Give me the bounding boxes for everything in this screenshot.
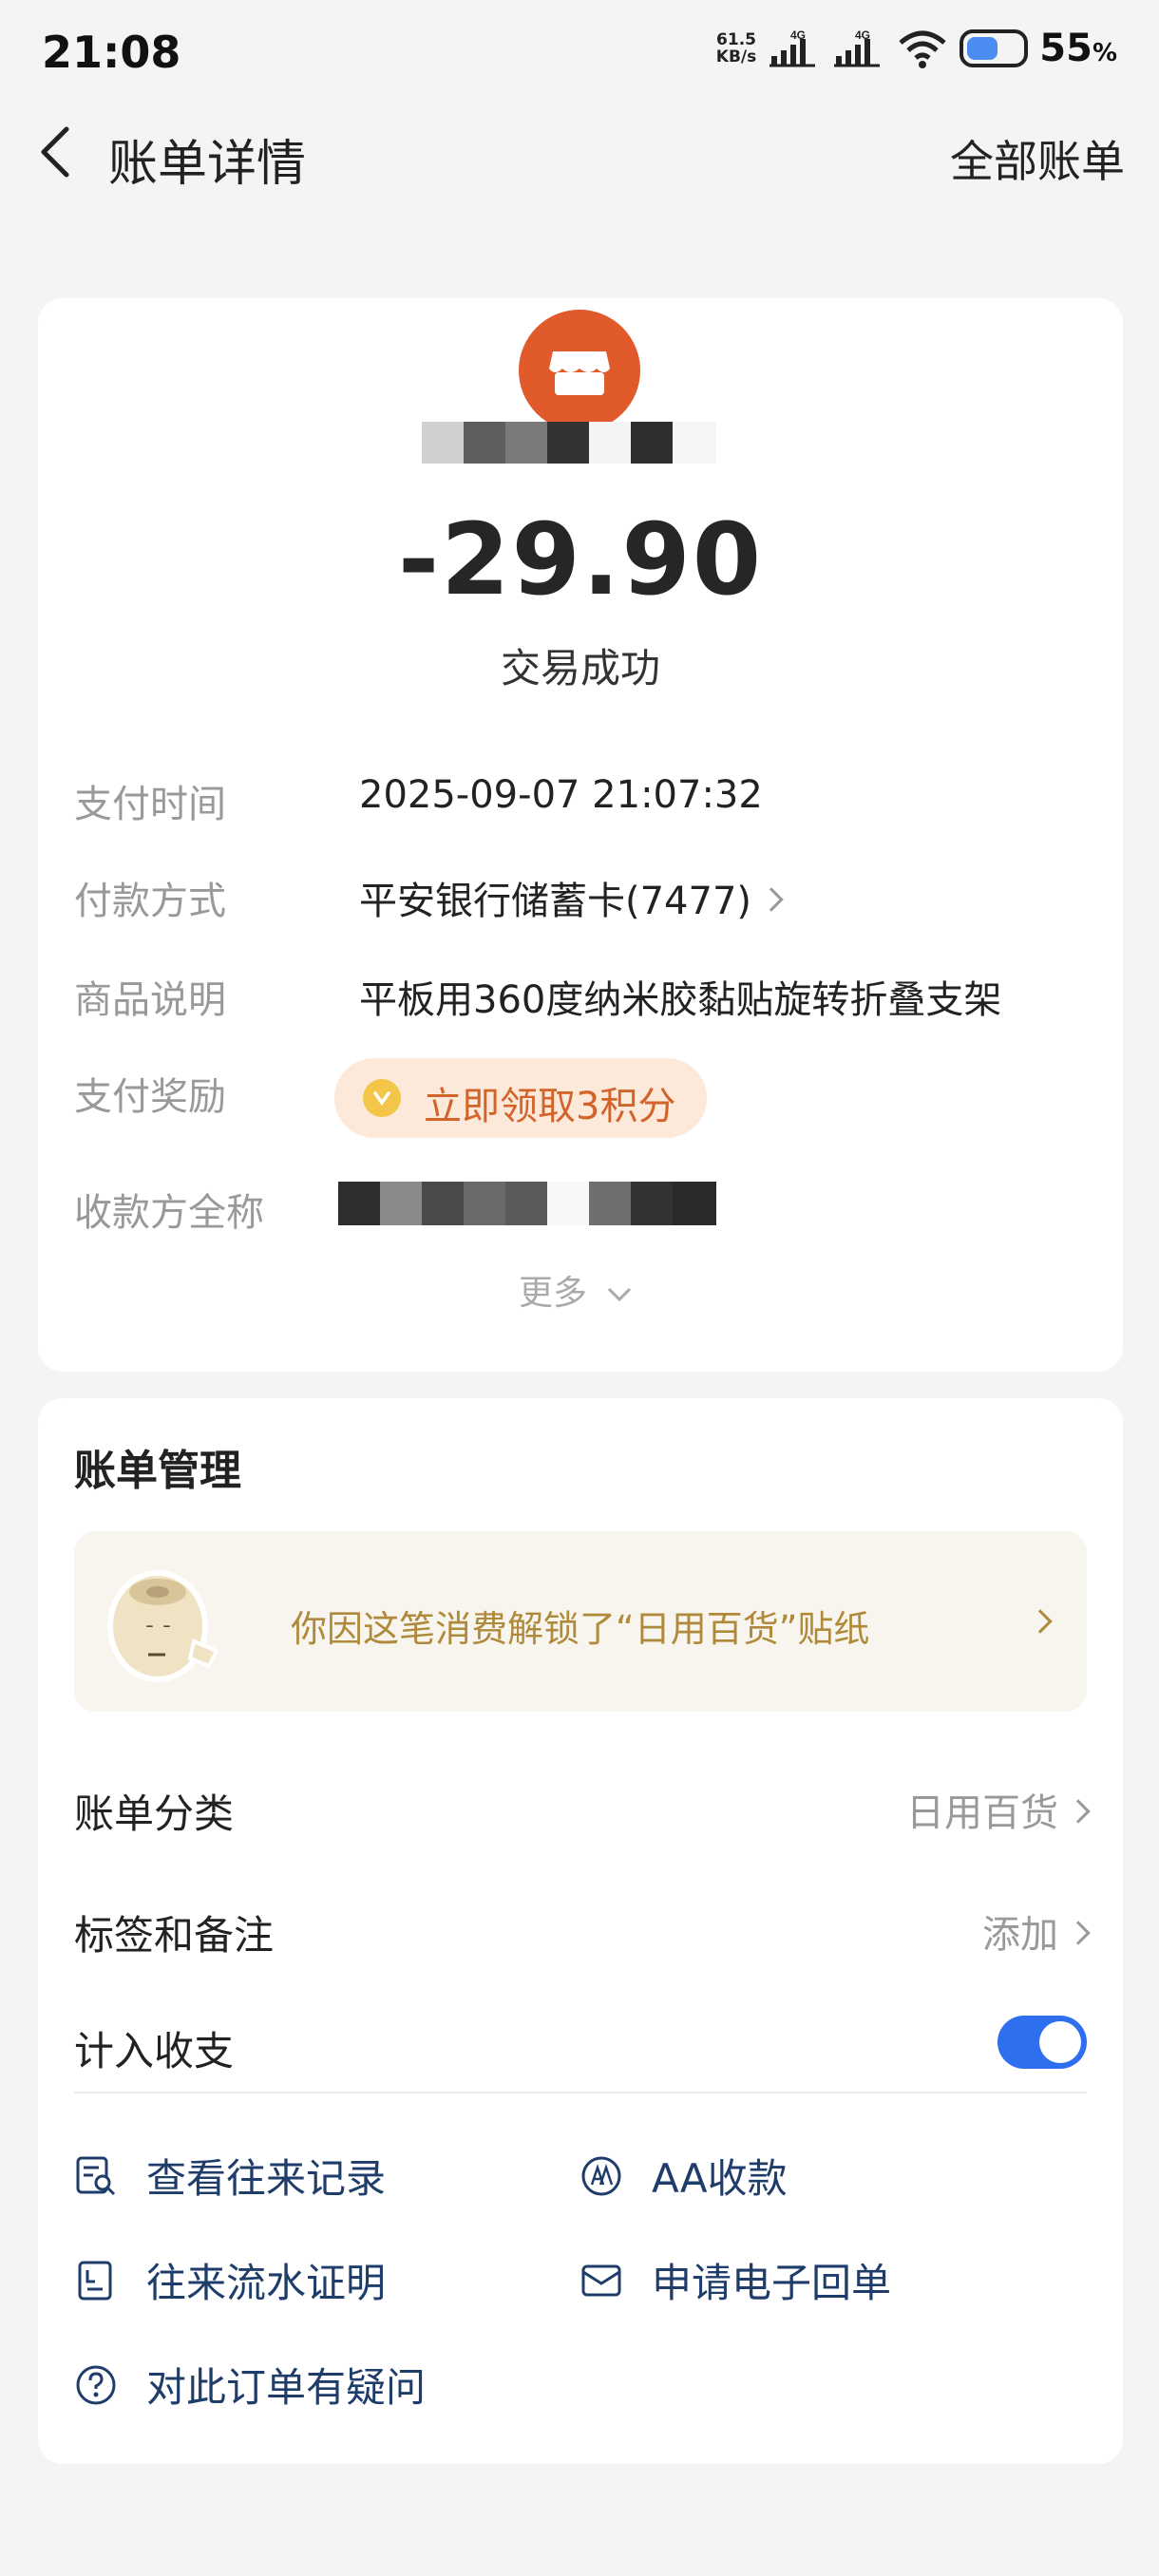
tags-add-button[interactable]: 添加 (982, 1904, 1091, 1959)
svg-text:ˉ ˉ: ˉ ˉ (144, 1623, 172, 1647)
count-label: 计入收支 (74, 2028, 235, 2074)
store-icon (519, 310, 640, 431)
view-history-label: 查看往来记录 (146, 2155, 387, 2202)
bill-management-card: 账单管理 ˉ ˉ 你因这笔消费解锁了“日用百货”贴纸 账单分类 日用百货 标签和… (38, 1398, 1123, 2464)
pay-method-value: 平安银行储蓄卡(7477) (359, 880, 752, 923)
tags-value: 添加 (982, 1913, 1058, 1957)
bill-amount: -29.90 (397, 502, 764, 617)
status-bar: 21:08 61.5 KB/s 4G 4G 55% (0, 0, 1159, 104)
record-search-icon (76, 2156, 116, 2195)
status-time: 21:08 (42, 27, 181, 78)
statement-proof-label: 往来流水证明 (146, 2260, 387, 2306)
chevron-down-icon (608, 1287, 632, 1302)
transaction-status: 交易成功 (500, 645, 660, 691)
product-label: 商品说明 (74, 978, 226, 1022)
question-icon (76, 2365, 116, 2404)
reward-label: 支付奖励 (74, 1075, 226, 1119)
pay-method-link[interactable]: 平安银行储蓄卡(7477) (359, 870, 784, 925)
sticker-banner[interactable]: ˉ ˉ 你因这笔消费解锁了“日用百货”贴纸 (74, 1531, 1087, 1712)
product-value: 平板用360度纳米胶黏贴旋转折叠支架 (359, 978, 1002, 1022)
bill-summary-card: -29.90 交易成功 支付时间 2025-09-07 21:07:32 付款方… (38, 298, 1123, 1372)
order-question-button[interactable]: 对此订单有疑问 (74, 2356, 426, 2414)
net-speed: 61.5 KB/s (716, 31, 756, 66)
divider (74, 2092, 1087, 2093)
chevron-left-icon (41, 126, 69, 178)
claim-reward-button[interactable]: 立即领取3积分 (334, 1058, 707, 1138)
page-title: 账单详情 (108, 136, 307, 193)
e-receipt-label: 申请电子回单 (652, 2260, 892, 2306)
category-label: 账单分类 (74, 1790, 235, 1837)
signal-icon-2: 4G (834, 28, 881, 67)
mail-icon (581, 2264, 621, 2296)
statement-proof-button[interactable]: 往来流水证明 (74, 2251, 386, 2309)
sticker-text: 你因这笔消费解锁了“日用百货”贴纸 (291, 1608, 870, 1650)
category-value: 日用百货 (906, 1791, 1058, 1835)
battery-percent: 55% (1039, 27, 1117, 70)
count-toggle[interactable] (998, 2016, 1087, 2069)
all-bills-link[interactable]: 全部账单 (950, 127, 1125, 190)
chevron-right-icon (1066, 1921, 1091, 1945)
toilet-paper-sticker-icon: ˉ ˉ (107, 1570, 219, 1682)
pay-method-label: 付款方式 (74, 880, 226, 923)
payee-name-redacted (338, 1182, 720, 1225)
coin-icon (363, 1079, 401, 1117)
net-speed-value: 61.5 (716, 30, 756, 49)
chevron-right-icon (1066, 1799, 1091, 1824)
chevron-right-icon (759, 887, 784, 912)
aa-collect-button[interactable]: AA收款 (580, 2147, 788, 2205)
wifi-icon (899, 30, 946, 68)
category-selector[interactable]: 日用百货 (906, 1782, 1091, 1837)
order-question-label: 对此订单有疑问 (146, 2364, 427, 2411)
aa-collect-label: AA收款 (652, 2155, 788, 2202)
document-icon (78, 2261, 112, 2300)
merchant-name-redacted (422, 422, 716, 464)
battery-icon (960, 29, 1029, 67)
pay-time-value: 2025-09-07 21:07:32 (359, 773, 763, 817)
reward-value: 立即领取3积分 (424, 1085, 676, 1128)
tags-label: 标签和备注 (74, 1912, 275, 1959)
more-button[interactable]: 更多 (519, 1265, 634, 1315)
net-speed-unit: KB/s (715, 47, 757, 66)
view-history-button[interactable]: 查看往来记录 (74, 2147, 386, 2205)
signal-icon: 4G (770, 28, 816, 67)
chevron-right-icon (1028, 1609, 1053, 1634)
more-label: 更多 (519, 1274, 588, 1313)
pay-time-label: 支付时间 (74, 783, 226, 826)
back-button[interactable] (28, 122, 86, 182)
section-title: 账单管理 (74, 1447, 241, 1495)
aa-icon (581, 2156, 621, 2195)
nav-bar: 账单详情 全部账单 (0, 104, 1159, 199)
e-receipt-button[interactable]: 申请电子回单 (580, 2251, 891, 2309)
payee-label: 收款方全称 (74, 1191, 264, 1235)
status-icons: 61.5 KB/s 4G 4G 55% (716, 27, 1117, 70)
